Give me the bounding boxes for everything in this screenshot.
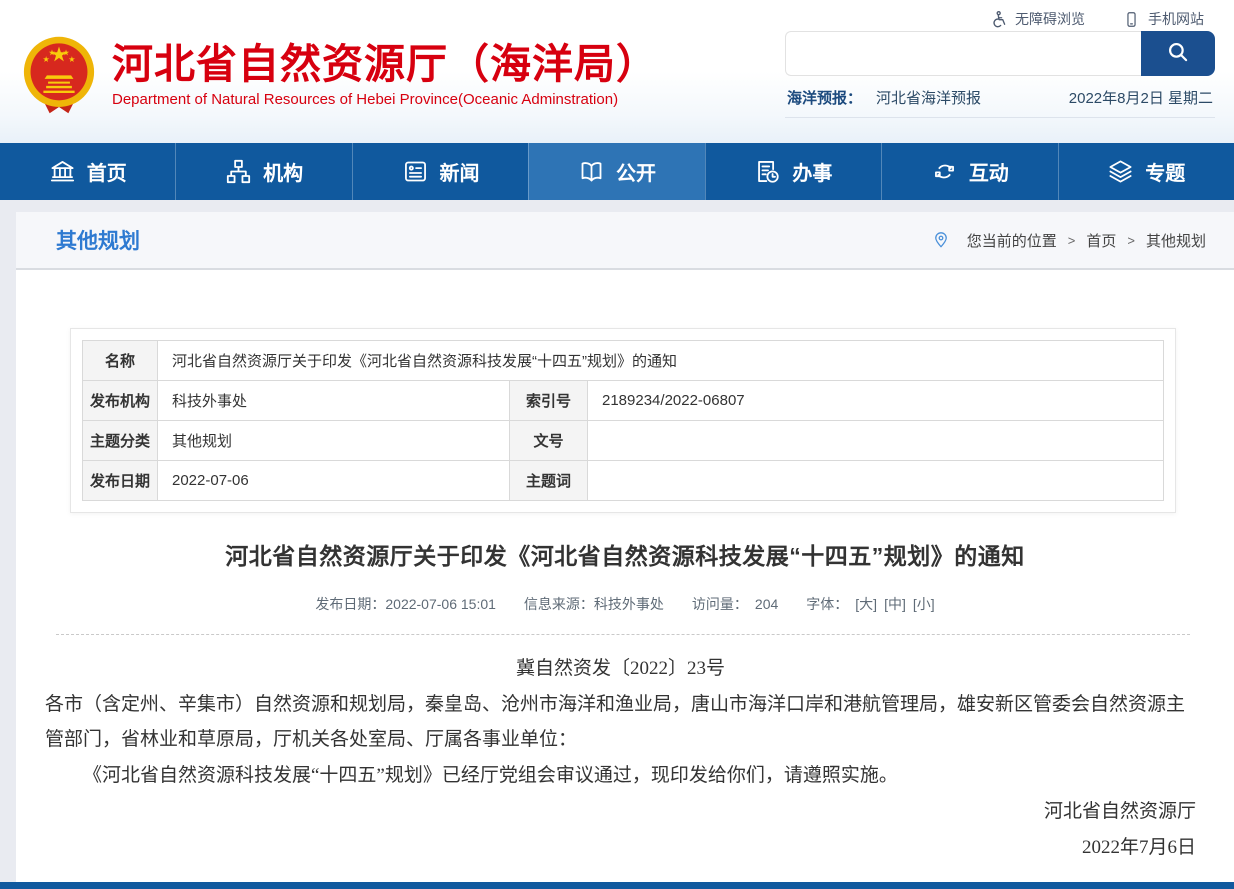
- search-button[interactable]: [1141, 31, 1215, 76]
- meta-publish-date: 发布日期：2022-07-06 15:01: [315, 594, 496, 614]
- header-right: 海洋预报： 河北省海洋预报 2022年8月2日 星期二: [785, 31, 1215, 118]
- doc-pubdate-value: 2022-07-06: [158, 461, 510, 501]
- article-sign-date: 2022年7月6日: [45, 830, 1196, 866]
- article-meta: 发布日期：2022-07-06 15:01 信息来源：科技外事处 访问量： 20…: [16, 594, 1234, 614]
- official-doc-number: 冀自然资发〔2022〕23号: [45, 651, 1196, 687]
- doc-number-value: [588, 421, 1164, 461]
- doc-name-label: 名称: [83, 341, 158, 381]
- search-bar: [785, 31, 1215, 76]
- nav-item-org[interactable]: 机构: [175, 143, 351, 200]
- breadcrumb-bar: 其他规划 您当前的位置 > 首页 > 其他规划: [16, 212, 1234, 270]
- table-row: 发布机构 科技外事处 索引号 2189234/2022-06807: [83, 381, 1164, 421]
- article-title: 河北省自然资源厅关于印发《河北省自然资源科技发展“十四五”规划》的通知: [16, 537, 1234, 571]
- nav-item-interact[interactable]: 互动: [881, 143, 1057, 200]
- nav-label-home: 首页: [87, 157, 127, 186]
- nav-label-news: 新闻: [440, 157, 480, 186]
- nav-item-public[interactable]: 公开: [528, 143, 704, 200]
- accessibility-label: 无障碍浏览: [1015, 9, 1085, 29]
- main-content: 名称 河北省自然资源厅关于印发《河北省自然资源科技发展“十四五”规划》的通知 发…: [16, 328, 1234, 889]
- brand-text: 河北省自然资源厅（海洋局） Department of Natural Reso…: [112, 41, 658, 108]
- open-book-icon: [578, 158, 605, 185]
- doc-org-value: 科技外事处: [158, 381, 510, 421]
- content-wrap: 其他规划 您当前的位置 > 首页 > 其他规划: [16, 212, 1234, 882]
- font-size-controls: 字体： [大] [中] [小]: [806, 594, 934, 614]
- accessibility-link[interactable]: 无障碍浏览: [988, 9, 1085, 29]
- interact-sync-icon: [931, 158, 958, 185]
- nav-label-org: 机构: [263, 157, 303, 186]
- forecast-row: 海洋预报： 河北省海洋预报 2022年8月2日 星期二: [785, 76, 1215, 118]
- font-size-small-button[interactable]: [小]: [913, 594, 935, 614]
- nav-item-services[interactable]: 办事: [705, 143, 881, 200]
- header-main: 河北省自然资源厅（海洋局） Department of Natural Reso…: [0, 29, 1234, 118]
- breadcrumb: 您当前的位置 > 首页 > 其他规划: [932, 230, 1206, 251]
- footer-top-strip: [0, 882, 1234, 889]
- nav-item-topics[interactable]: 专题: [1058, 143, 1234, 200]
- header-date: 2022年8月2日 星期二: [1069, 87, 1213, 108]
- search-input[interactable]: [785, 31, 1141, 76]
- nav-label-interact: 互动: [969, 157, 1009, 186]
- table-row: 主题分类 其他规划 文号: [83, 421, 1164, 461]
- doc-topic-label: 主题分类: [83, 421, 158, 461]
- meta-views-value: 204: [755, 596, 778, 612]
- brand[interactable]: 河北省自然资源厅（海洋局） Department of Natural Reso…: [20, 31, 658, 118]
- news-icon: [402, 158, 429, 185]
- ocean-forecast-link[interactable]: 河北省海洋预报: [876, 87, 981, 108]
- article-signer: 河北省自然资源厅: [45, 794, 1196, 830]
- doc-org-label: 发布机构: [83, 381, 158, 421]
- doc-index-value: 2189234/2022-06807: [588, 381, 1164, 421]
- site-subtitle-en: Department of Natural Resources of Hebei…: [112, 91, 658, 108]
- page: 无障碍浏览 手机网站: [0, 0, 1234, 889]
- mobile-site-label: 手机网站: [1148, 9, 1204, 29]
- meta-source: 信息来源：科技外事处: [524, 594, 664, 614]
- doc-keyword-label: 主题词: [510, 461, 588, 501]
- meta-views-label: 访问量：: [692, 594, 748, 614]
- doc-index-label: 索引号: [510, 381, 588, 421]
- site-title: 河北省自然资源厅（海洋局）: [112, 41, 658, 88]
- section-title: 其他规划: [56, 225, 140, 255]
- dotted-divider: [56, 634, 1190, 635]
- topbar: 无障碍浏览 手机网站: [0, 0, 1234, 29]
- doc-number-label: 文号: [510, 421, 588, 461]
- font-size-medium-button[interactable]: [中]: [884, 594, 906, 614]
- main-nav: 首页 机构 新闻: [0, 143, 1234, 200]
- article-body: 冀自然资发〔2022〕23号 各市（含定州、辛集市）自然资源和规划局，秦皇岛、沧…: [45, 651, 1196, 889]
- meta-views: 访问量： 204: [692, 594, 778, 614]
- location-pin-icon: [932, 230, 950, 250]
- document-info-panel: 名称 河北省自然资源厅关于印发《河北省自然资源科技发展“十四五”规划》的通知 发…: [70, 328, 1176, 513]
- site-header: 无障碍浏览 手机网站: [0, 0, 1234, 143]
- breadcrumb-separator: >: [1127, 233, 1135, 248]
- article-paragraph: 《河北省自然资源科技发展“十四五”规划》已经厅党组会审议通过，现印发给你们，请遵…: [45, 758, 1196, 794]
- doc-topic-value: 其他规划: [158, 421, 510, 461]
- nav-label-topics: 专题: [1145, 157, 1185, 186]
- nav-item-news[interactable]: 新闻: [352, 143, 528, 200]
- layers-icon: [1107, 158, 1134, 185]
- mobile-site-link[interactable]: 手机网站: [1123, 9, 1204, 29]
- national-emblem-logo: [20, 35, 98, 115]
- service-doc-clock-icon: [754, 158, 781, 185]
- document-info-table: 名称 河北省自然资源厅关于印发《河北省自然资源科技发展“十四五”规划》的通知 发…: [82, 340, 1164, 501]
- doc-keyword-value: [588, 461, 1164, 501]
- wheelchair-icon: [988, 10, 1007, 29]
- mobile-phone-icon: [1123, 10, 1140, 29]
- breadcrumb-separator: >: [1068, 233, 1076, 248]
- nav-label-public: 公开: [616, 157, 656, 186]
- table-row: 名称 河北省自然资源厅关于印发《河北省自然资源科技发展“十四五”规划》的通知: [83, 341, 1164, 381]
- home-icon: [49, 158, 76, 185]
- breadcrumb-current[interactable]: 其他规划: [1146, 230, 1206, 251]
- org-chart-icon: [225, 158, 252, 185]
- doc-pubdate-label: 发布日期: [83, 461, 158, 501]
- breadcrumb-location-label: 您当前的位置: [967, 230, 1057, 251]
- font-size-label: 字体：: [806, 594, 848, 614]
- breadcrumb-home-link[interactable]: 首页: [1086, 230, 1116, 251]
- nav-label-services: 办事: [792, 157, 832, 186]
- table-row: 发布日期 2022-07-06 主题词: [83, 461, 1164, 501]
- article-paragraph: 各市（含定州、辛集市）自然资源和规划局，秦皇岛、沧州市海洋和渔业局，唐山市海洋口…: [45, 687, 1196, 758]
- ocean-forecast-label: 海洋预报：: [787, 87, 862, 108]
- nav-item-home[interactable]: 首页: [0, 143, 175, 200]
- search-icon: [1165, 39, 1191, 68]
- doc-name-value: 河北省自然资源厅关于印发《河北省自然资源科技发展“十四五”规划》的通知: [158, 341, 1164, 381]
- font-size-large-button[interactable]: [大]: [855, 594, 877, 614]
